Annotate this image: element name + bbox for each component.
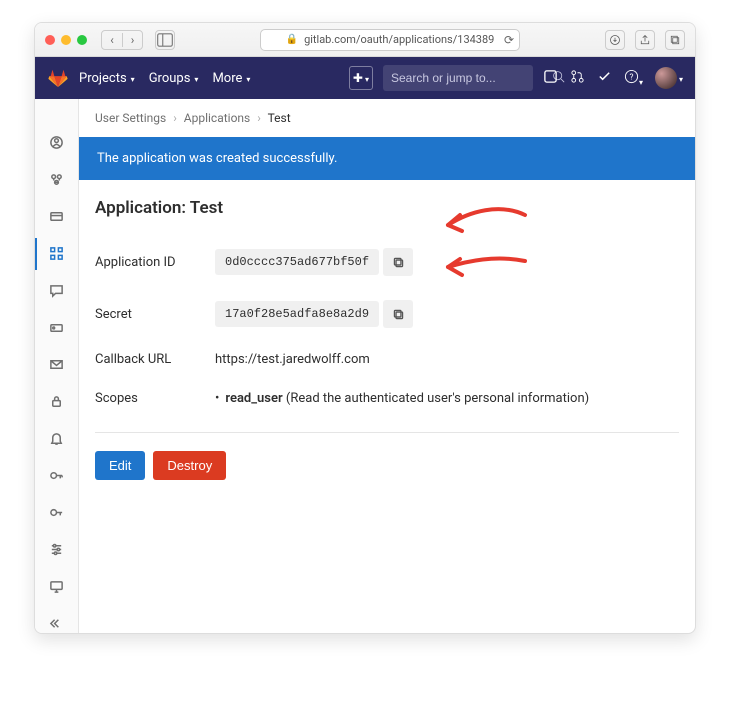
chevron-down-icon: ▾ [679, 75, 683, 84]
address-bar[interactable]: 🔒 gitlab.com/oauth/applications/134389 ⟳ [260, 29, 520, 51]
new-menu-button[interactable]: ✚▾ [349, 66, 373, 90]
chevron-down-icon: ▾ [131, 75, 135, 84]
maximize-window-icon[interactable] [77, 35, 87, 45]
flash-success: The application was created successfully… [79, 137, 695, 180]
breadcrumb-separator: › [173, 111, 177, 125]
sidebar-chat-icon[interactable] [49, 283, 65, 298]
breadcrumb: User Settings › Applications › Test [79, 99, 695, 137]
nav-arrow-group: ‹ › [101, 30, 143, 50]
url-text: gitlab.com/oauth/applications/134389 [304, 33, 494, 46]
breadcrumb-applications[interactable]: Applications [184, 111, 250, 125]
sidebar-active-sessions-icon[interactable] [49, 579, 65, 594]
label-application-id: Application ID [95, 255, 215, 270]
main-content: User Settings › Applications › Test The … [79, 99, 695, 633]
divider [95, 432, 679, 433]
value-callback: https://test.jaredwolff.com [215, 352, 370, 367]
gitlab-header: Projects▾ Groups▾ More▾ ✚▾ ?▾ ▾ [35, 57, 695, 99]
tabs-icon[interactable] [665, 30, 685, 50]
sidebar-password-icon[interactable] [49, 394, 65, 409]
chevron-down-icon: ▾ [246, 75, 250, 84]
label-secret: Secret [95, 307, 215, 322]
download-icon[interactable] [605, 30, 625, 50]
copy-application-id-button[interactable] [383, 248, 413, 276]
primary-nav: Projects▾ Groups▾ More▾ [79, 71, 250, 86]
value-scopes: •read_user (Read the authenticated user'… [215, 391, 589, 406]
sidebar-applications-icon[interactable] [49, 246, 65, 261]
sidebar-emails-icon[interactable] [49, 357, 65, 372]
svg-text:?: ? [629, 72, 633, 82]
search-input[interactable] [391, 71, 546, 85]
value-application-id: 0d0cccc375ad677bf50f [215, 249, 379, 275]
browser-toolbar: ‹ › 🔒 gitlab.com/oauth/applications/1343… [35, 23, 695, 57]
reload-icon[interactable]: ⟳ [504, 33, 514, 47]
settings-sidebar [35, 99, 79, 633]
search-box[interactable] [383, 65, 533, 91]
nav-projects[interactable]: Projects▾ [79, 71, 135, 86]
chevron-down-icon: ▾ [639, 78, 643, 87]
value-secret: 17a0f28e5adfa8e8a2d9 [215, 301, 379, 327]
header-right-icons: ?▾ ▾ [543, 67, 683, 89]
nav-more[interactable]: More▾ [212, 71, 250, 86]
row-application-id: Application ID 0d0cccc375ad677bf50f [95, 236, 679, 288]
breadcrumb-separator: › [257, 111, 261, 125]
forward-button[interactable]: › [122, 33, 142, 47]
row-callback: Callback URL https://test.jaredwolff.com [95, 340, 679, 379]
minimize-window-icon[interactable] [61, 35, 71, 45]
help-icon[interactable]: ?▾ [624, 69, 643, 88]
share-icon[interactable] [635, 30, 655, 50]
label-scopes: Scopes [95, 391, 215, 406]
sidebar-collapse-icon[interactable] [49, 616, 65, 631]
row-scopes: Scopes •read_user (Read the authenticate… [95, 379, 679, 418]
gitlab-logo-icon[interactable] [47, 67, 69, 89]
sidebar-access-tokens-icon[interactable] [49, 320, 65, 335]
sidebar-toggle-button[interactable] [155, 30, 175, 50]
destroy-button[interactable]: Destroy [153, 451, 226, 480]
chevron-down-icon: ▾ [365, 75, 369, 84]
sidebar-preferences-icon[interactable] [49, 542, 65, 557]
sidebar-notifications-icon[interactable] [49, 431, 65, 446]
sidebar-gpg-keys-icon[interactable] [49, 505, 65, 520]
action-buttons: Edit Destroy [95, 451, 679, 480]
todo-icon[interactable] [597, 69, 612, 88]
close-window-icon[interactable] [45, 35, 55, 45]
toolbar-right-icons [605, 30, 685, 50]
copy-secret-button[interactable] [383, 300, 413, 328]
avatar [655, 67, 677, 89]
lock-icon: 🔒 [286, 34, 298, 45]
breadcrumb-user-settings[interactable]: User Settings [95, 111, 166, 125]
sidebar-profile-icon[interactable] [49, 135, 65, 150]
edit-button[interactable]: Edit [95, 451, 145, 480]
sidebar-billing-icon[interactable] [49, 209, 65, 224]
sidebar-account-icon[interactable] [49, 172, 65, 187]
nav-groups[interactable]: Groups▾ [149, 71, 199, 86]
breadcrumb-current: Test [268, 111, 291, 125]
user-menu[interactable]: ▾ [655, 67, 683, 89]
back-button[interactable]: ‹ [102, 33, 122, 47]
window-controls [45, 35, 87, 45]
chevron-down-icon: ▾ [194, 75, 198, 84]
row-secret: Secret 17a0f28e5adfa8e8a2d9 [95, 288, 679, 340]
label-callback: Callback URL [95, 352, 215, 367]
merge-requests-icon[interactable] [570, 69, 585, 88]
issues-icon[interactable] [543, 69, 558, 88]
sidebar-ssh-keys-icon[interactable] [49, 468, 65, 483]
page-title: Application: Test [95, 198, 679, 218]
